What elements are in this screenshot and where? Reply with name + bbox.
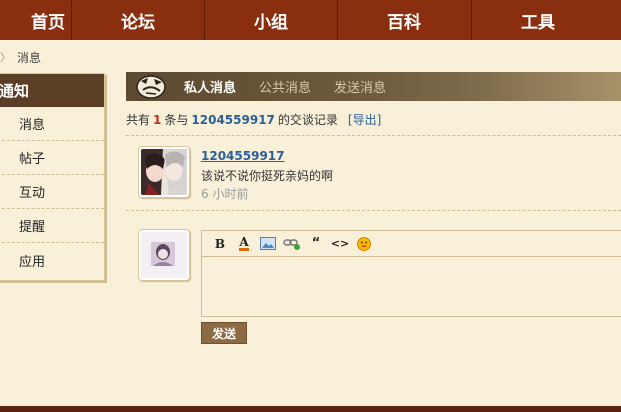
reply-textarea[interactable] xyxy=(202,257,621,316)
font-color-icon: A xyxy=(239,235,249,251)
tab-public-messages[interactable]: 公共消息 xyxy=(259,77,311,96)
site-logo-icon xyxy=(134,72,170,101)
message-count: 1 xyxy=(153,112,162,127)
nav-wiki[interactable]: 百科 xyxy=(337,0,470,40)
export-link[interactable]: [导出] xyxy=(348,111,381,128)
divider xyxy=(126,210,621,211)
sender-avatar[interactable] xyxy=(138,146,190,198)
link-button[interactable] xyxy=(280,233,304,255)
bold-button[interactable]: B xyxy=(208,233,232,255)
image-button[interactable] xyxy=(256,233,280,255)
image-icon xyxy=(260,237,276,250)
font-color-button[interactable]: A xyxy=(232,233,256,255)
summary-mid: 条与 xyxy=(164,113,189,127)
code-button[interactable]: <> xyxy=(328,233,352,255)
nav-tools[interactable]: 工具 xyxy=(471,0,604,40)
send-button[interactable]: 发送 xyxy=(201,322,247,344)
tab-private-messages[interactable]: 私人消息 xyxy=(184,77,236,96)
smiley-icon xyxy=(357,236,371,251)
my-avatar[interactable] xyxy=(138,229,190,281)
nav-groups[interactable]: 小组 xyxy=(204,0,337,40)
top-navigation: 首页 论坛 小组 百科 工具 xyxy=(0,0,621,40)
link-icon xyxy=(283,238,300,250)
breadcrumb-current: 消息 xyxy=(17,50,42,65)
sidebar-item-posts[interactable]: 帖子 xyxy=(0,141,104,175)
sidebar-item-interactions[interactable]: 互动 xyxy=(0,175,104,209)
summary-suffix: 的交谈记录 xyxy=(277,113,338,127)
sidebar-item-reminders[interactable]: 提醒 xyxy=(0,209,104,243)
reply-editor: B A “ <> xyxy=(201,230,621,317)
divider xyxy=(126,135,621,136)
message-tab-bar: 私人消息 公共消息 发送消息 xyxy=(126,72,621,101)
sidebar-item-messages[interactable]: 消息 xyxy=(0,107,104,141)
notification-sidebar: 通知 消息 帖子 互动 提醒 应用 xyxy=(0,73,105,281)
message-author-link[interactable]: 1204559917 xyxy=(201,149,285,163)
breadcrumb: 〉 消息 xyxy=(0,47,41,67)
nav-forum[interactable]: 论坛 xyxy=(71,0,204,40)
quote-button[interactable]: “ xyxy=(304,233,328,255)
summary-prefix: 共有 xyxy=(126,113,151,127)
tab-send-message[interactable]: 发送消息 xyxy=(334,77,386,96)
message-text: 该说不说你挺死亲妈的啊 xyxy=(201,169,334,183)
emoji-button[interactable] xyxy=(352,233,376,255)
breadcrumb-separator-icon: 〉 xyxy=(0,51,11,64)
sidebar-title: 通知 xyxy=(0,74,104,107)
footer-bar xyxy=(0,406,621,412)
sidebar-item-apps[interactable]: 应用 xyxy=(0,243,104,277)
conversation-user[interactable]: 1204559917 xyxy=(191,113,275,127)
sender-avatar-image xyxy=(141,149,187,195)
my-avatar-image xyxy=(141,232,187,278)
nav-home[interactable]: 首页 xyxy=(0,0,71,40)
conversation-summary: 共有 1 条与 1204559917 的交谈记录 [导出] xyxy=(126,111,621,128)
editor-toolbar: B A “ <> xyxy=(202,231,621,257)
message-timestamp: 6 小时前 xyxy=(201,187,249,201)
